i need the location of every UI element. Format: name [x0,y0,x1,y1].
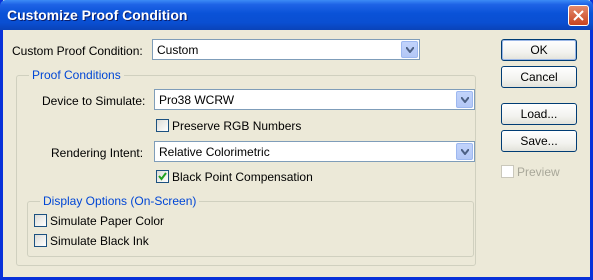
custom-proof-dropdown-button[interactable] [401,41,418,58]
rendering-intent-value: Relative Colorimetric [159,145,270,159]
rendering-intent-select[interactable]: Relative Colorimetric [154,141,475,162]
display-options-group [27,201,474,257]
ok-button[interactable]: OK [501,39,577,61]
black-point-checkbox[interactable] [156,170,169,183]
custom-proof-select[interactable]: Custom [152,39,420,60]
save-button[interactable]: Save... [501,130,577,152]
preview-checkbox[interactable] [501,165,514,178]
preserve-rgb-label: Preserve RGB Numbers [172,119,302,133]
simulate-black-ink-checkbox[interactable] [34,234,47,247]
close-icon [573,10,584,21]
close-button[interactable] [568,5,589,26]
black-point-label: Black Point Compensation [172,170,313,184]
cancel-button[interactable]: Cancel [501,66,577,88]
simulate-black-ink-label: Simulate Black Ink [50,234,149,248]
preview-label: Preview [517,165,560,179]
chevron-down-icon [461,149,469,155]
device-label: Device to Simulate: [42,94,146,108]
simulate-paper-checkbox[interactable] [34,214,47,227]
custom-proof-label: Custom Proof Condition: [12,44,143,58]
proof-conditions-legend: Proof Conditions [29,68,124,82]
device-select[interactable]: Pro38 WCRW [154,89,475,110]
preserve-rgb-checkbox[interactable] [156,119,169,132]
display-options-legend: Display Options (On-Screen) [40,194,200,208]
chevron-down-icon [461,97,469,103]
chevron-down-icon [406,47,414,53]
title-bar[interactable]: Customize Proof Condition [0,0,593,30]
rendering-intent-dropdown-button[interactable] [456,143,473,160]
device-dropdown-button[interactable] [456,91,473,108]
device-value: Pro38 WCRW [159,93,235,107]
simulate-paper-label: Simulate Paper Color [50,214,165,228]
checkmark-icon [158,172,167,181]
dialog-window: Customize Proof Condition Custom Proof C… [0,0,593,280]
window-title: Customize Proof Condition [7,7,188,23]
load-button[interactable]: Load... [501,103,577,125]
custom-proof-value: Custom [157,43,199,57]
rendering-intent-label: Rendering Intent: [51,146,144,160]
